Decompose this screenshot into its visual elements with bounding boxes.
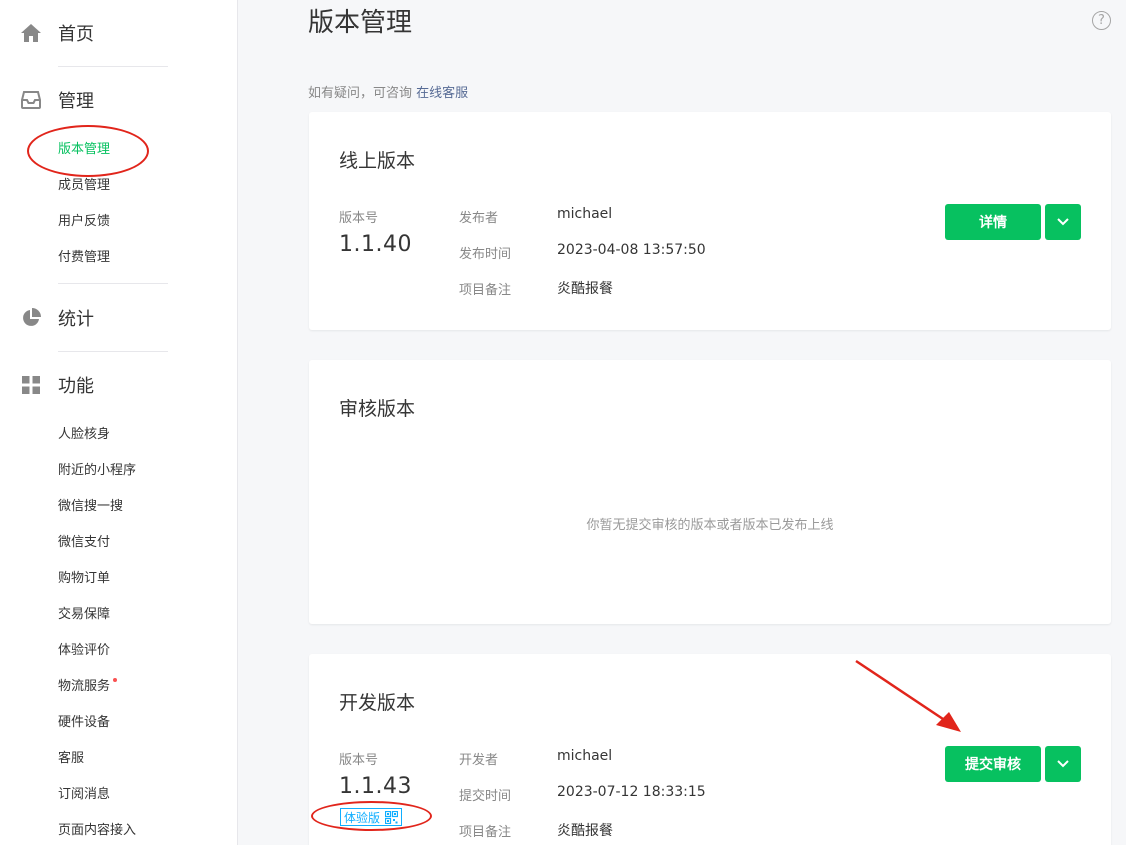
nav-home-label: 首页 <box>58 24 94 45</box>
chevron-down-icon <box>1057 218 1069 226</box>
review-version-card: 审核版本 你暂无提交审核的版本或者版本已发布上线 <box>309 360 1111 624</box>
sidebar-item-shopping-orders[interactable]: 购物订单 <box>58 570 110 588</box>
divider <box>58 283 168 284</box>
detail-button[interactable]: 详情 <box>945 204 1041 240</box>
page-title: 版本管理 <box>308 8 413 38</box>
sidebar-item-logistics[interactable]: 物流服务 <box>58 678 118 696</box>
grid-icon <box>20 374 42 396</box>
chevron-down-icon <box>1057 760 1069 768</box>
online-version-card: 线上版本 版本号 1.1.40 发布者 michael 发布时间 2023-04… <box>309 112 1111 330</box>
sidebar-item-experience-review[interactable]: 体验评价 <box>58 642 110 660</box>
sidebar-item-logistics-label: 物流服务 <box>58 679 111 694</box>
notification-dot <box>113 678 118 682</box>
sidebar-item-subscribe-message[interactable]: 订阅消息 <box>58 786 110 804</box>
nav-stats[interactable]: 统计 <box>20 302 168 334</box>
submit-review-button[interactable]: 提交审核 <box>945 746 1041 782</box>
sidebar-item-wechat-search[interactable]: 微信搜一搜 <box>58 498 123 516</box>
submit-time-value: 2023-07-12 18:33:15 <box>557 784 706 800</box>
submit-time-label: 提交时间 <box>459 789 512 804</box>
developer-value: michael <box>557 748 613 764</box>
sidebar-item-nearby-miniprogram[interactable]: 附近的小程序 <box>58 462 136 480</box>
nav-home[interactable]: 首页 <box>20 17 168 49</box>
annotation-arrow <box>855 659 961 732</box>
version-number: 1.1.43 <box>339 774 412 799</box>
card-title: 开发版本 <box>339 692 416 714</box>
version-number: 1.1.40 <box>339 232 412 257</box>
publish-time-label: 发布时间 <box>459 247 512 262</box>
sidebar-item-payment-manage[interactable]: 付费管理 <box>58 249 110 267</box>
online-service-link[interactable]: 在线客服 <box>416 86 468 101</box>
sidebar-item-trade-guarantee[interactable]: 交易保障 <box>58 606 110 624</box>
annotation-circle <box>27 125 149 177</box>
developer-label: 开发者 <box>459 753 499 768</box>
more-options-button[interactable] <box>1045 746 1081 782</box>
annotation-circle <box>311 801 432 831</box>
nav-manage[interactable]: 管理 <box>20 84 168 116</box>
empty-state-text: 你暂无提交审核的版本或者版本已发布上线 <box>586 518 834 533</box>
pie-chart-icon <box>20 307 42 329</box>
inbox-icon <box>20 89 42 111</box>
sidebar-item-page-content[interactable]: 页面内容接入 <box>58 822 136 840</box>
sidebar-item-member-manage[interactable]: 成员管理 <box>58 177 110 195</box>
sidebar: 首页 管理 版本管理 成员管理 用户反馈 付费管理 统计 功能 人脸核身 附近的… <box>0 0 238 845</box>
more-options-button[interactable] <box>1045 204 1081 240</box>
nav-features[interactable]: 功能 <box>20 369 168 401</box>
help-icon[interactable]: ? <box>1092 11 1111 30</box>
publisher-value: michael <box>557 206 613 222</box>
card-title: 审核版本 <box>339 398 416 420</box>
note-value: 炎酷报餐 <box>557 823 613 839</box>
sidebar-item-customer-service[interactable]: 客服 <box>58 750 84 768</box>
version-label: 版本号 <box>339 211 379 226</box>
nav-stats-label: 统计 <box>58 309 94 330</box>
note-label: 项目备注 <box>459 825 512 840</box>
publish-time-value: 2023-04-08 13:57:50 <box>557 242 706 258</box>
hint-prefix: 如有疑问，可咨询 <box>308 86 413 101</box>
note-value: 炎酷报餐 <box>557 281 613 297</box>
publisher-label: 发布者 <box>459 211 499 226</box>
hint-text: 如有疑问，可咨询 在线客服 <box>308 82 468 101</box>
sidebar-item-hardware[interactable]: 硬件设备 <box>58 714 110 732</box>
version-label: 版本号 <box>339 753 379 768</box>
divider <box>58 351 168 352</box>
sidebar-item-wechat-pay[interactable]: 微信支付 <box>58 534 110 552</box>
home-icon <box>20 22 42 44</box>
nav-manage-label: 管理 <box>58 91 94 112</box>
note-label: 项目备注 <box>459 283 512 298</box>
card-title: 线上版本 <box>339 150 416 172</box>
nav-features-label: 功能 <box>58 376 94 397</box>
sidebar-item-face-verify[interactable]: 人脸核身 <box>58 426 110 444</box>
divider <box>58 66 168 67</box>
sidebar-item-user-feedback[interactable]: 用户反馈 <box>58 213 110 231</box>
